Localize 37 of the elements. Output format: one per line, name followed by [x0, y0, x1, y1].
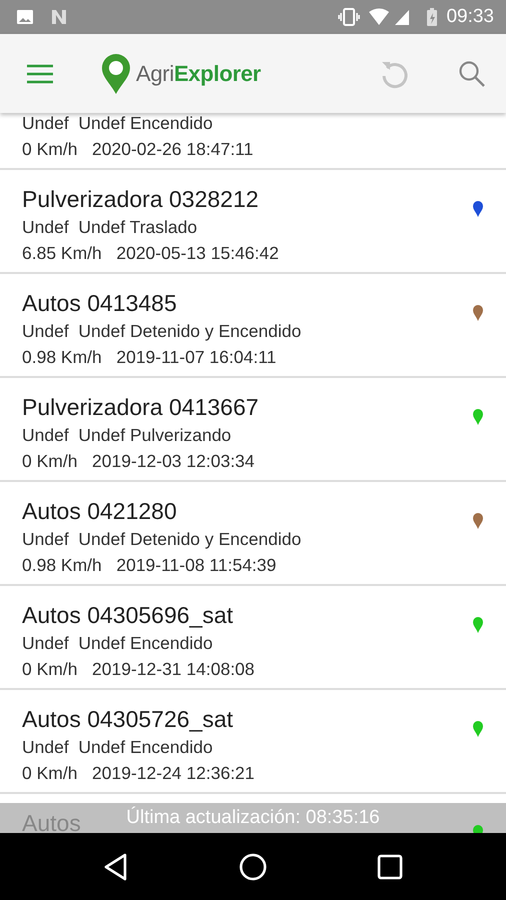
pin-logo-icon: [100, 52, 132, 94]
notification-icon: [50, 9, 68, 25]
vehicle-status: Undef Undef Encendido: [22, 632, 214, 655]
vehicle-speed-time: 0.98 Km/h 2019-11-07 16:04:11: [22, 346, 278, 369]
battery-icon: [426, 7, 438, 27]
vehicle-status: Undef Undef Pulverizando: [22, 424, 232, 447]
update-message: Última actualización: 08:35:16: [126, 806, 380, 830]
home-icon[interactable]: [239, 852, 267, 880]
vehicle-speed-time: 0 Km/h 2019-12-31 14:08:08: [22, 658, 256, 681]
vehicle-row[interactable]: Undef Undef Encendido 0 Km/h 2020-02-26 18:47:11: [0, 113, 506, 170]
vehicle-status: Undef Undef Encendido: [22, 736, 214, 759]
vehicle-name: Pulverizadora 0413667: [22, 393, 259, 422]
vehicle-speed-time: 0.98 Km/h 2019-11-08 11:54:39: [22, 554, 278, 577]
vehicle-name: Autos: [22, 809, 81, 833]
back-icon[interactable]: [103, 852, 129, 880]
recents-icon[interactable]: [377, 854, 403, 880]
vehicle-status: Undef Undef Detenido y Encendido: [22, 528, 302, 551]
vehicle-speed-time: 0 Km/h 2019-12-24 12:36:21: [22, 762, 256, 785]
vibrate-icon: [338, 8, 360, 26]
vehicle-name: Autos 04305726_sat: [22, 705, 234, 734]
menu-icon[interactable]: [26, 64, 54, 84]
vehicle-name: Autos 0413485: [22, 289, 177, 318]
vehicle-name: Pulverizadora 0328212: [22, 185, 259, 214]
search-icon[interactable]: [458, 60, 486, 88]
vehicle-speed-time: 0 Km/h 2019-12-03 12:03:34: [22, 450, 256, 473]
vehicle-speed-time: 0 Km/h 2020-02-26 18:47:11: [22, 138, 254, 161]
wifi-icon: [368, 8, 390, 26]
vehicle-status: Undef Undef Traslado: [22, 216, 198, 239]
vehicle-name: Autos 04305696_sat: [22, 601, 234, 630]
signal-icon: [394, 8, 410, 26]
vehicle-speed-time: 6.85 Km/h 2020-05-13 15:46:42: [22, 242, 280, 265]
clock-time: 09:33: [446, 4, 494, 29]
vehicle-status: Undef Undef Encendido: [22, 113, 214, 135]
vehicle-status: Undef Undef Detenido y Encendido: [22, 320, 302, 343]
vehicle-name: Autos 0421280: [22, 497, 177, 526]
app-logo-text: AgriExplorer: [136, 60, 261, 88]
image-icon: [16, 9, 34, 25]
